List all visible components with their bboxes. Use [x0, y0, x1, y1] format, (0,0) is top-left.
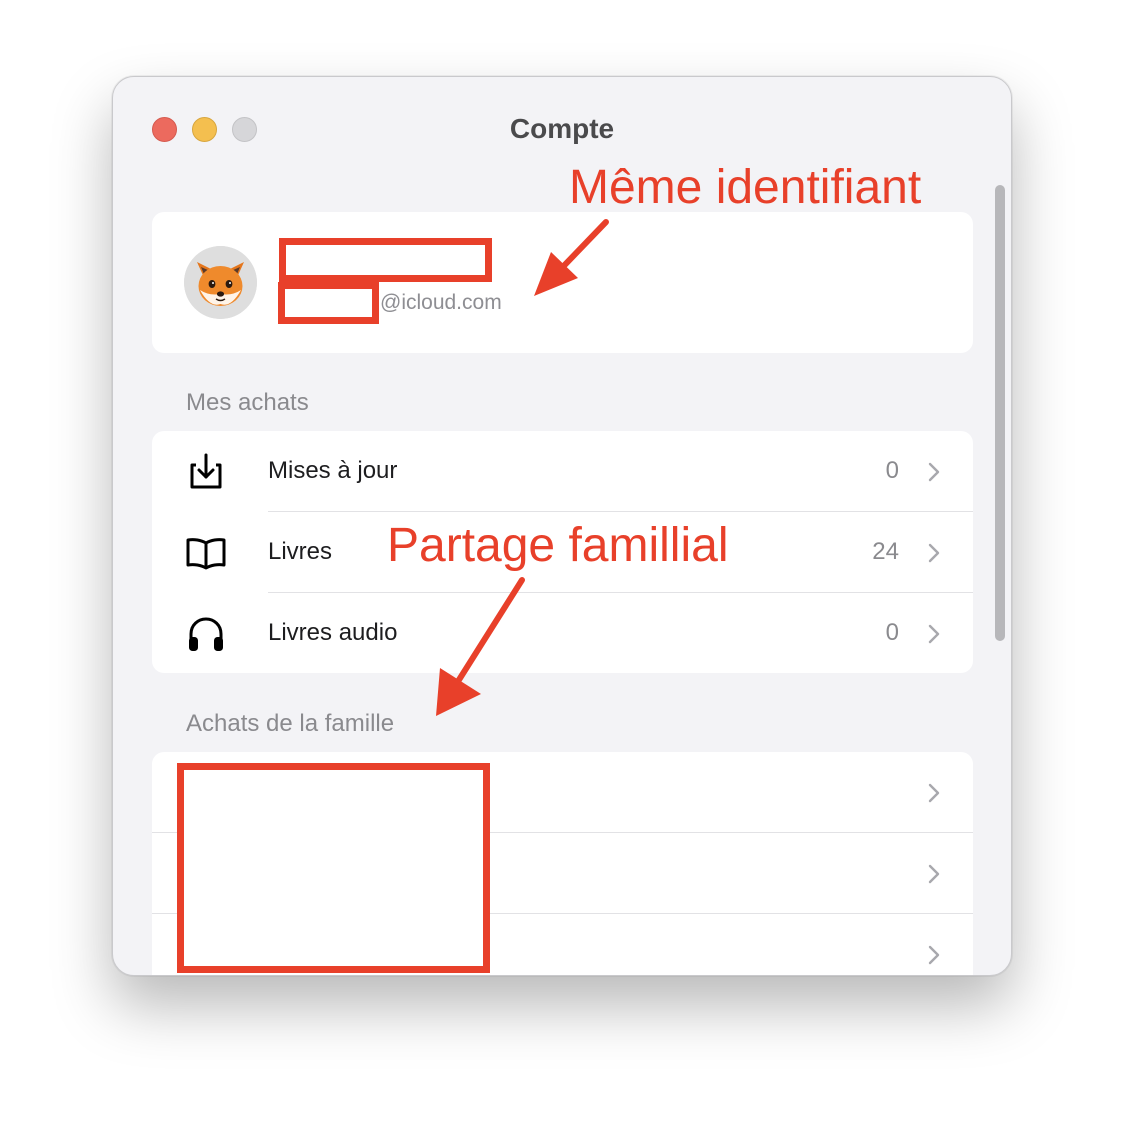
updates-label: Mises à jour — [268, 457, 398, 484]
redacted-name — [279, 238, 492, 282]
redacted-username — [278, 282, 379, 324]
audiobooks-count: 0 — [885, 619, 899, 646]
headphones-icon — [189, 617, 223, 651]
download-tray-icon — [190, 453, 222, 489]
book-icon — [186, 538, 226, 570]
redacted-family-members — [177, 763, 490, 973]
books-count: 24 — [872, 538, 899, 565]
chevron-right-icon — [928, 945, 940, 965]
fox-memoji-icon — [184, 246, 257, 319]
avatar — [184, 246, 257, 319]
list-item-audiobooks[interactable]: Livres audio 0 — [152, 593, 973, 674]
email-domain: @icloud.com — [380, 291, 502, 314]
family-section-title: Achats de la famille — [186, 710, 395, 737]
purchases-section-title: Mes achats — [186, 389, 309, 416]
books-label: Livres — [268, 538, 333, 565]
annotation-same-id: Même identifiant — [569, 161, 922, 214]
chevron-right-icon — [928, 462, 940, 482]
chevron-right-icon — [928, 543, 940, 563]
account-card[interactable]: @icloud.com — [152, 212, 973, 353]
audiobooks-label: Livres audio — [268, 619, 398, 646]
window-title: Compte — [509, 113, 615, 144]
scrollbar[interactable] — [993, 185, 1007, 645]
chevron-right-icon — [928, 624, 940, 644]
chevron-right-icon — [928, 783, 940, 803]
chevron-right-icon — [928, 864, 940, 884]
annotation-family-sharing: Partage famillial — [387, 519, 729, 572]
family-purchases-list — [152, 752, 973, 975]
updates-count: 0 — [885, 457, 899, 484]
list-item-updates[interactable]: Mises à jour 0 — [152, 431, 973, 512]
scrollbar-thumb[interactable] — [995, 185, 1005, 641]
